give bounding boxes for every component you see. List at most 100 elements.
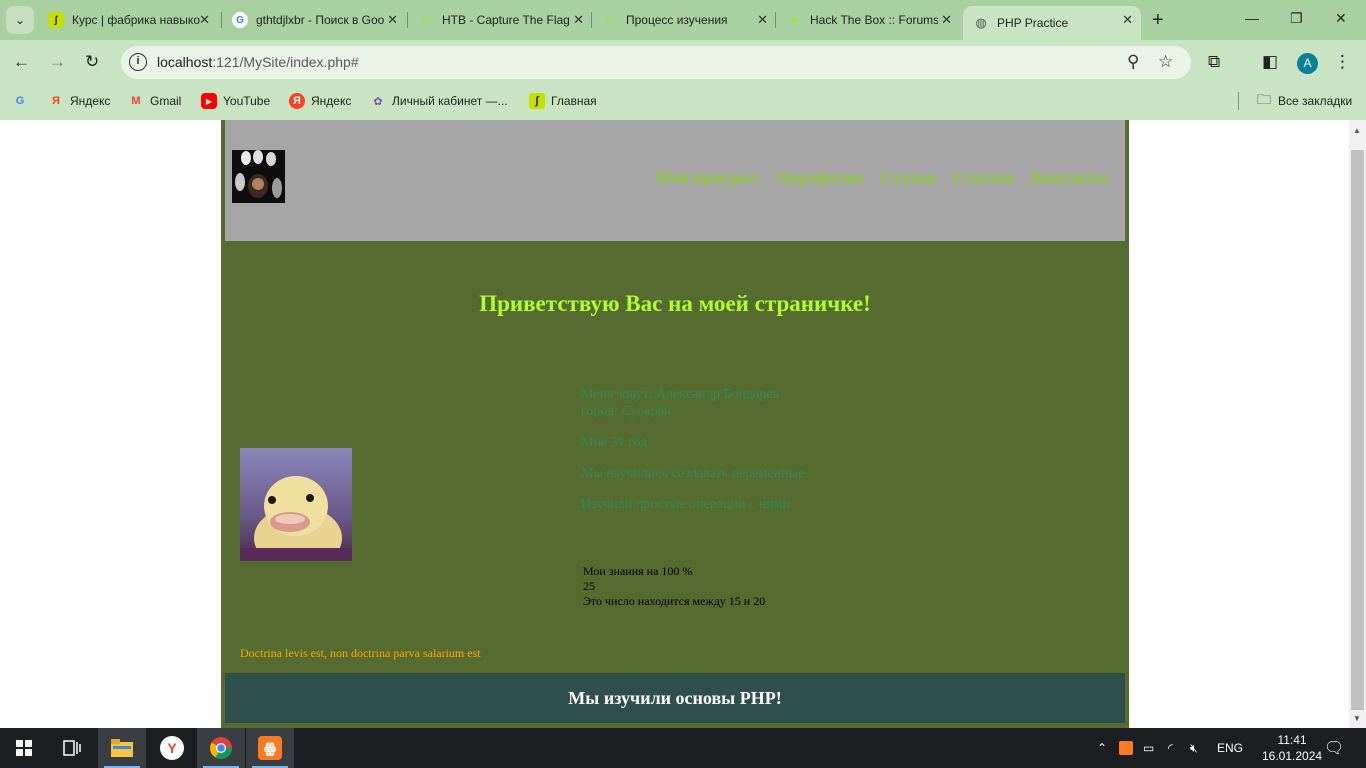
range-text: Это число находится между 15 и 20: [583, 594, 766, 608]
close-icon[interactable]: ✕: [757, 12, 768, 28]
back-button[interactable]: ←: [13, 52, 30, 72]
bookmark-cabinet[interactable]: ✿ Личный кабинет —...: [370, 93, 508, 109]
scrollbar-thumb[interactable]: [1351, 150, 1364, 710]
profile-avatar[interactable]: A: [1297, 53, 1318, 74]
tray-overflow-button[interactable]: ⌃: [1097, 728, 1107, 768]
bookmark-yandex-2[interactable]: Я Яндекс: [289, 93, 351, 109]
page-viewport: Мой прогресс Портфолио Статьи Ссылки Кон…: [0, 120, 1366, 728]
page-scrollbar[interactable]: ▲ ▼: [1349, 120, 1366, 728]
kurs-icon: ʃ: [529, 93, 545, 109]
site-info-icon[interactable]: i: [129, 53, 147, 71]
clock-time: 11:41: [1277, 733, 1307, 747]
close-icon[interactable]: ✕: [941, 12, 952, 28]
info-name: Меня зовут: Александр Бондарев: [581, 387, 780, 402]
zoom-icon[interactable]: ⚲: [1127, 52, 1139, 72]
taskbar-explorer[interactable]: [98, 728, 146, 768]
tab-google[interactable]: G gthtdjlxbr - Поиск в Google ✕: [222, 6, 406, 34]
nav-link-articles[interactable]: Статьи: [880, 168, 936, 188]
minimize-icon: —: [1245, 10, 1259, 26]
close-icon[interactable]: ✕: [1122, 12, 1133, 28]
url-host: localhost: [157, 54, 213, 70]
bookmark-gmail[interactable]: M Gmail: [128, 93, 181, 109]
number-text: 25: [583, 579, 595, 593]
close-window-button[interactable]: ✕: [1335, 10, 1347, 27]
volume-muted-icon[interactable]: 🔇︎: [1190, 728, 1198, 768]
scroll-down-icon[interactable]: ▼: [1353, 714, 1361, 723]
plus-icon: +: [1152, 9, 1164, 31]
clock-date: 16.01.2024: [1262, 749, 1323, 763]
new-tab-button[interactable]: +: [1152, 9, 1164, 32]
calc-output: Мои знания на 100 % 25 Это число находит…: [583, 564, 765, 609]
duck-photo: [240, 448, 352, 561]
taskbar-xampp[interactable]: ꙮ: [246, 728, 294, 768]
close-icon[interactable]: ✕: [199, 12, 210, 28]
info-city: город: Суоярви: [581, 404, 672, 419]
bookmark-main[interactable]: ʃ Главная: [529, 93, 597, 109]
arrow-left-icon: ←: [13, 52, 30, 71]
restore-button[interactable]: ❐: [1290, 10, 1303, 27]
tab-title: HTB - Capture The Flag: [442, 13, 570, 27]
system-clock[interactable]: 11:41 16.01.2024: [1262, 732, 1322, 764]
forward-button[interactable]: →: [49, 52, 66, 72]
welcome-heading: Приветствую Вас на моей страничке!: [479, 291, 871, 316]
bookmark-star-icon[interactable]: ☆: [1158, 52, 1173, 72]
reload-button[interactable]: ↻: [85, 52, 99, 72]
browser-toolbar: ← → ↻ i localhost:121/MySite/index.php# …: [0, 40, 1366, 86]
xampp-tray-icon: [1119, 741, 1133, 755]
tab-htb-ctf[interactable]: ⬡ HTB - Capture The Flag ✕: [408, 6, 592, 34]
xampp-icon: ꙮ: [258, 736, 282, 760]
tab-search-button[interactable]: ⌄: [6, 6, 34, 34]
chevron-up-icon: ⌃: [1097, 741, 1108, 755]
wifi-icon[interactable]: ◜: [1168, 728, 1173, 768]
bookmark-label: Яндекс: [70, 94, 111, 108]
bookmark-youtube[interactable]: ▶ YouTube: [201, 93, 270, 109]
scroll-up-icon[interactable]: ▲: [1353, 126, 1361, 135]
yandex-icon: Я: [289, 93, 305, 109]
side-panel-icon[interactable]: ◧: [1262, 52, 1278, 72]
site-logo-image[interactable]: [232, 150, 285, 203]
task-view-icon: [63, 740, 81, 756]
tab-htb-forum[interactable]: ⊗ Hack The Box :: Forums ✕: [776, 6, 960, 34]
start-button[interactable]: [0, 728, 48, 768]
address-bar[interactable]: i localhost:121/MySite/index.php# ⚲ ☆: [121, 46, 1191, 79]
language-indicator[interactable]: ENG: [1217, 728, 1243, 768]
minimize-button[interactable]: —: [1245, 10, 1259, 26]
all-bookmarks-button[interactable]: 🗀 Все закладки: [1256, 91, 1352, 109]
close-icon[interactable]: ✕: [573, 12, 584, 28]
google-icon: G: [15, 95, 25, 107]
bookmark-label: Личный кабинет —...: [392, 94, 508, 108]
windows-taskbar: Y ꙮ ⌃ ▭ ◜ 🔇︎ ENG 11:41 16.01.2024 🗨︎: [0, 728, 1366, 768]
extensions-icon[interactable]: ⧉: [1208, 52, 1220, 72]
svg-text:Y: Y: [167, 740, 177, 756]
url-text[interactable]: localhost:121/MySite/index.php#: [157, 54, 359, 70]
folder-icon: [111, 739, 133, 757]
close-icon: ✕: [1335, 10, 1347, 26]
tray-xampp[interactable]: [1119, 728, 1133, 768]
nav-link-links[interactable]: Ссылки: [952, 168, 1014, 188]
taskbar-yandex-browser[interactable]: Y: [148, 728, 196, 768]
nav-link-portfolio[interactable]: Портфолио: [777, 168, 864, 188]
task-view-button[interactable]: [48, 728, 96, 768]
tab-process[interactable]: ⬡ Процесс изучения ✕: [592, 6, 776, 34]
close-icon[interactable]: ✕: [387, 12, 398, 28]
folder-icon: 🗀: [1257, 91, 1271, 107]
nav-link-progress[interactable]: Мой прогресс: [655, 168, 761, 188]
tab-title: Процесс изучения: [626, 13, 728, 27]
bookmark-yandex[interactable]: Я Яндекс: [48, 93, 110, 109]
taskbar-chrome[interactable]: [197, 728, 245, 768]
bookmarks-divider: [1238, 92, 1239, 110]
bookmark-google[interactable]: G: [12, 93, 34, 109]
htb-favicon-icon: ⬡: [605, 14, 615, 26]
tab-kurs[interactable]: ʃ Курс | фабрика навыков ✕: [38, 6, 218, 34]
tab-strip: ⌄ ʃ Курс | фабрика навыков ✕ G gthtdjlxb…: [0, 0, 1366, 40]
tab-title: gthtdjlxbr - Поиск в Google: [256, 13, 384, 27]
battery-icon[interactable]: ▭: [1143, 728, 1154, 768]
notifications-icon[interactable]: 🗨︎: [1324, 728, 1344, 768]
info-age: Мне 31 год: [581, 435, 648, 450]
tab-php-practice[interactable]: ◍ PHP Practice ✕: [963, 6, 1141, 40]
nav-link-contacts[interactable]: Контакты: [1031, 168, 1109, 188]
menu-kebab-icon[interactable]: ⋮: [1334, 52, 1351, 72]
footer-text: Мы изучили основы PHP!: [568, 688, 782, 708]
knowledge-text: Мои знания на 100 %: [583, 564, 693, 578]
windows-logo-icon: [16, 740, 32, 756]
